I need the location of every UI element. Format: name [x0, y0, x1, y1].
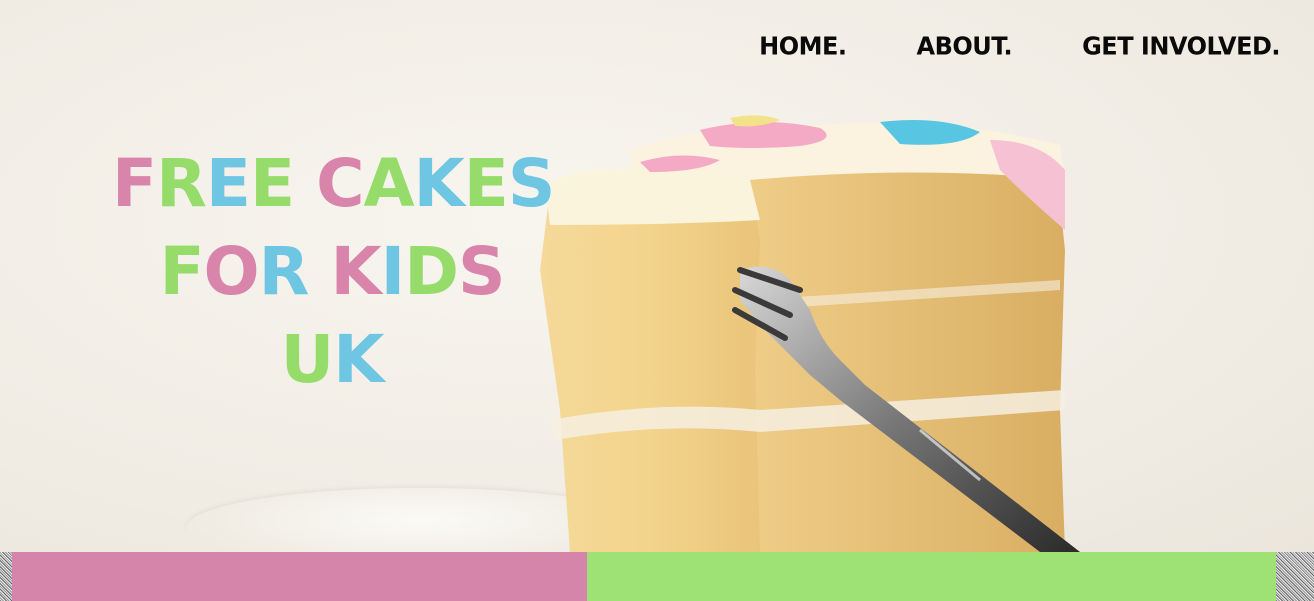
title-letter: D	[404, 233, 459, 310]
cake-slice-image	[540, 115, 1080, 552]
title-letter: K	[330, 233, 381, 310]
title-letter: S	[458, 233, 506, 310]
title-letter: C	[316, 145, 364, 222]
title-letter: I	[380, 233, 406, 310]
title-letter: K	[413, 145, 465, 222]
hero-section: HOME. ABOUT. GET INVOLVED. FREE CAKES FO…	[0, 0, 1314, 552]
title-letter: F	[159, 233, 204, 310]
nav-about-link[interactable]: ABOUT.	[917, 31, 1013, 60]
title-space	[308, 228, 330, 316]
title-letter: F	[112, 145, 157, 222]
title-letter: S	[507, 145, 556, 222]
title-line-3: UK	[112, 316, 552, 404]
title-line-2: FOR KIDS	[112, 228, 552, 316]
title-space	[294, 140, 316, 228]
bottom-color-bar	[0, 552, 1314, 601]
title-letter: E	[205, 145, 251, 222]
bar-pink-block	[12, 552, 587, 601]
bar-green-block	[587, 552, 1276, 601]
title-letter: U	[280, 321, 335, 398]
title-letter: R	[156, 145, 207, 222]
title-letter: K	[333, 321, 384, 398]
bar-edge-left	[0, 552, 12, 601]
nav-home-link[interactable]: HOME.	[759, 31, 847, 60]
title-letter: O	[203, 233, 260, 310]
title-letter: R	[258, 233, 310, 310]
title-letter: E	[463, 145, 509, 222]
title-letter: A	[363, 145, 415, 222]
main-nav: HOME. ABOUT. GET INVOLVED.	[759, 31, 1280, 60]
nav-get-involved-link[interactable]: GET INVOLVED.	[1082, 31, 1280, 60]
title-letter: E	[250, 145, 295, 222]
bar-edge-right	[1276, 552, 1314, 601]
page-title: FREE CAKES FOR KIDS UK	[112, 140, 556, 404]
title-line-1: FREE CAKES	[112, 140, 556, 228]
